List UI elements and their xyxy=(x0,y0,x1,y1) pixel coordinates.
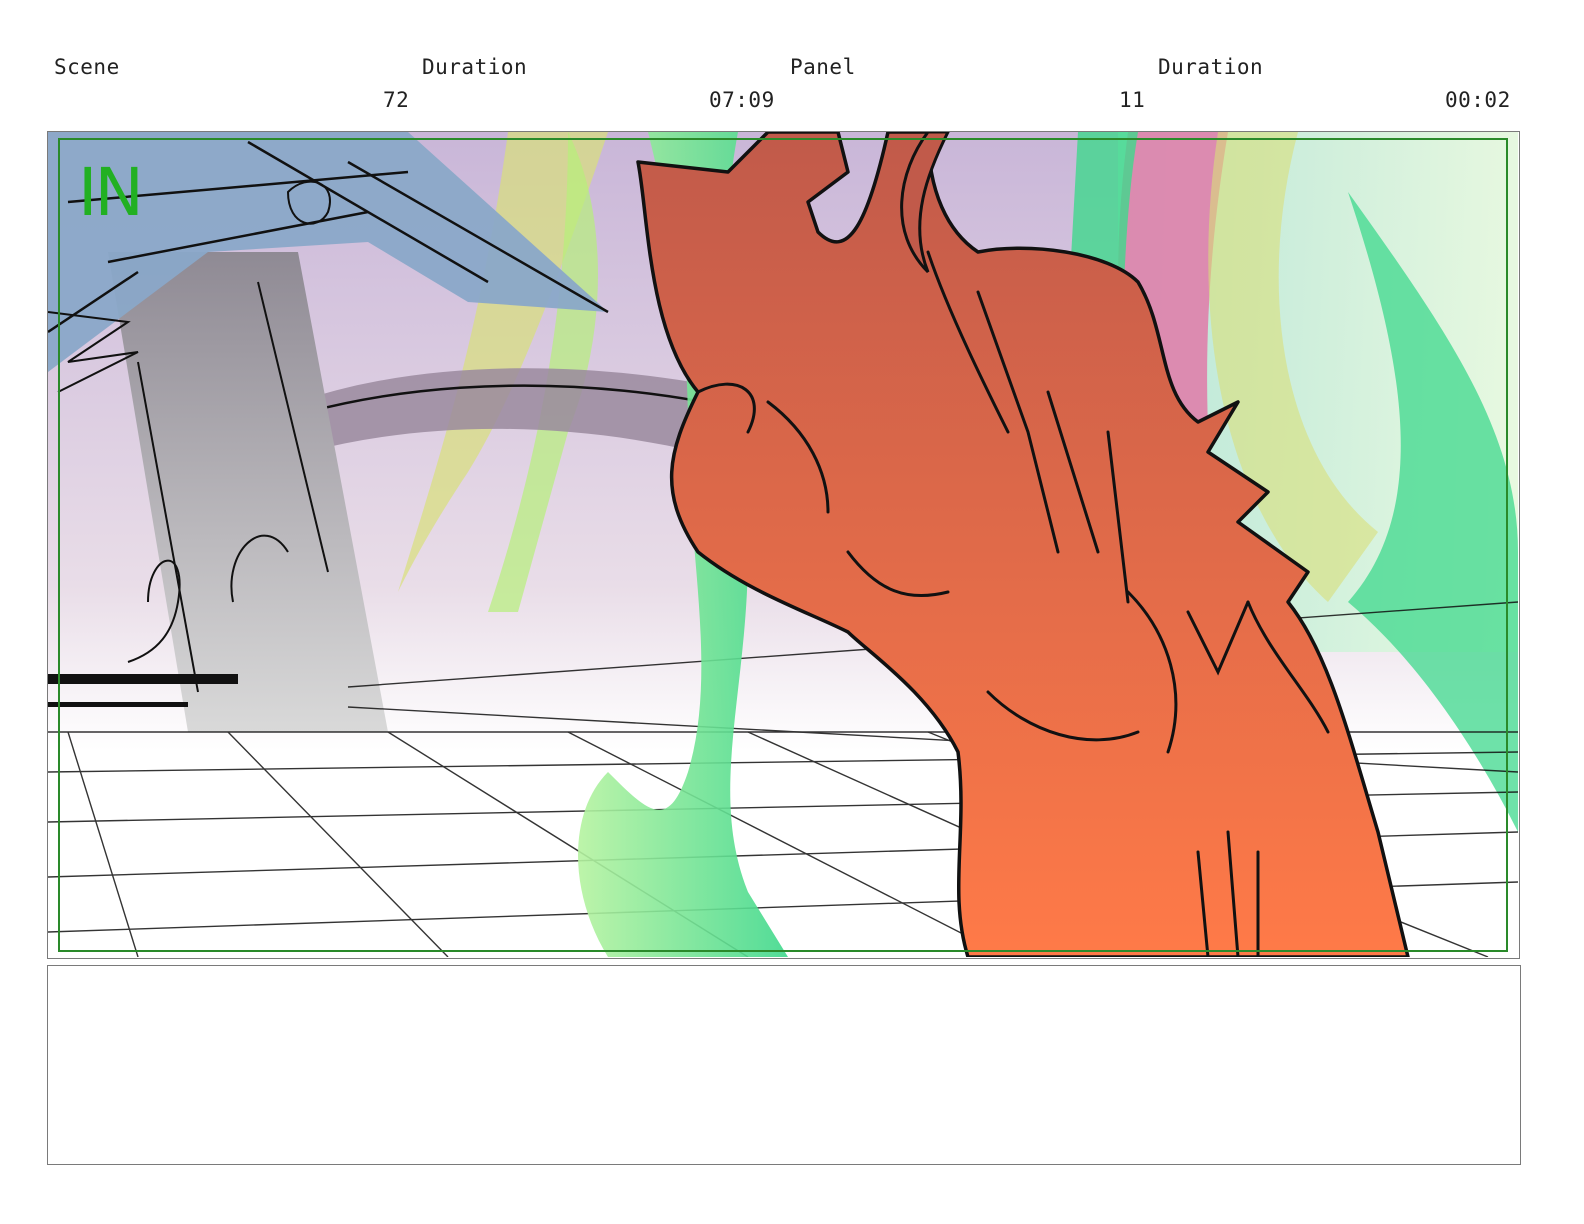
scene-label: Scene xyxy=(54,55,120,79)
panel-artwork xyxy=(48,132,1518,957)
panel-duration: 00:02 xyxy=(1445,88,1511,112)
panel-duration-label: Duration xyxy=(1158,55,1264,79)
scene-number: 72 xyxy=(383,88,410,112)
scene-duration-label: Duration xyxy=(422,55,528,79)
in-marker-text: IN xyxy=(78,154,144,231)
scene-duration: 07:09 xyxy=(709,88,775,112)
panel-number: 11 xyxy=(1119,88,1146,112)
storyboard-panel: IN xyxy=(47,131,1520,959)
panel-label: Panel xyxy=(790,55,856,79)
panel-notes-box[interactable] xyxy=(47,965,1521,1165)
